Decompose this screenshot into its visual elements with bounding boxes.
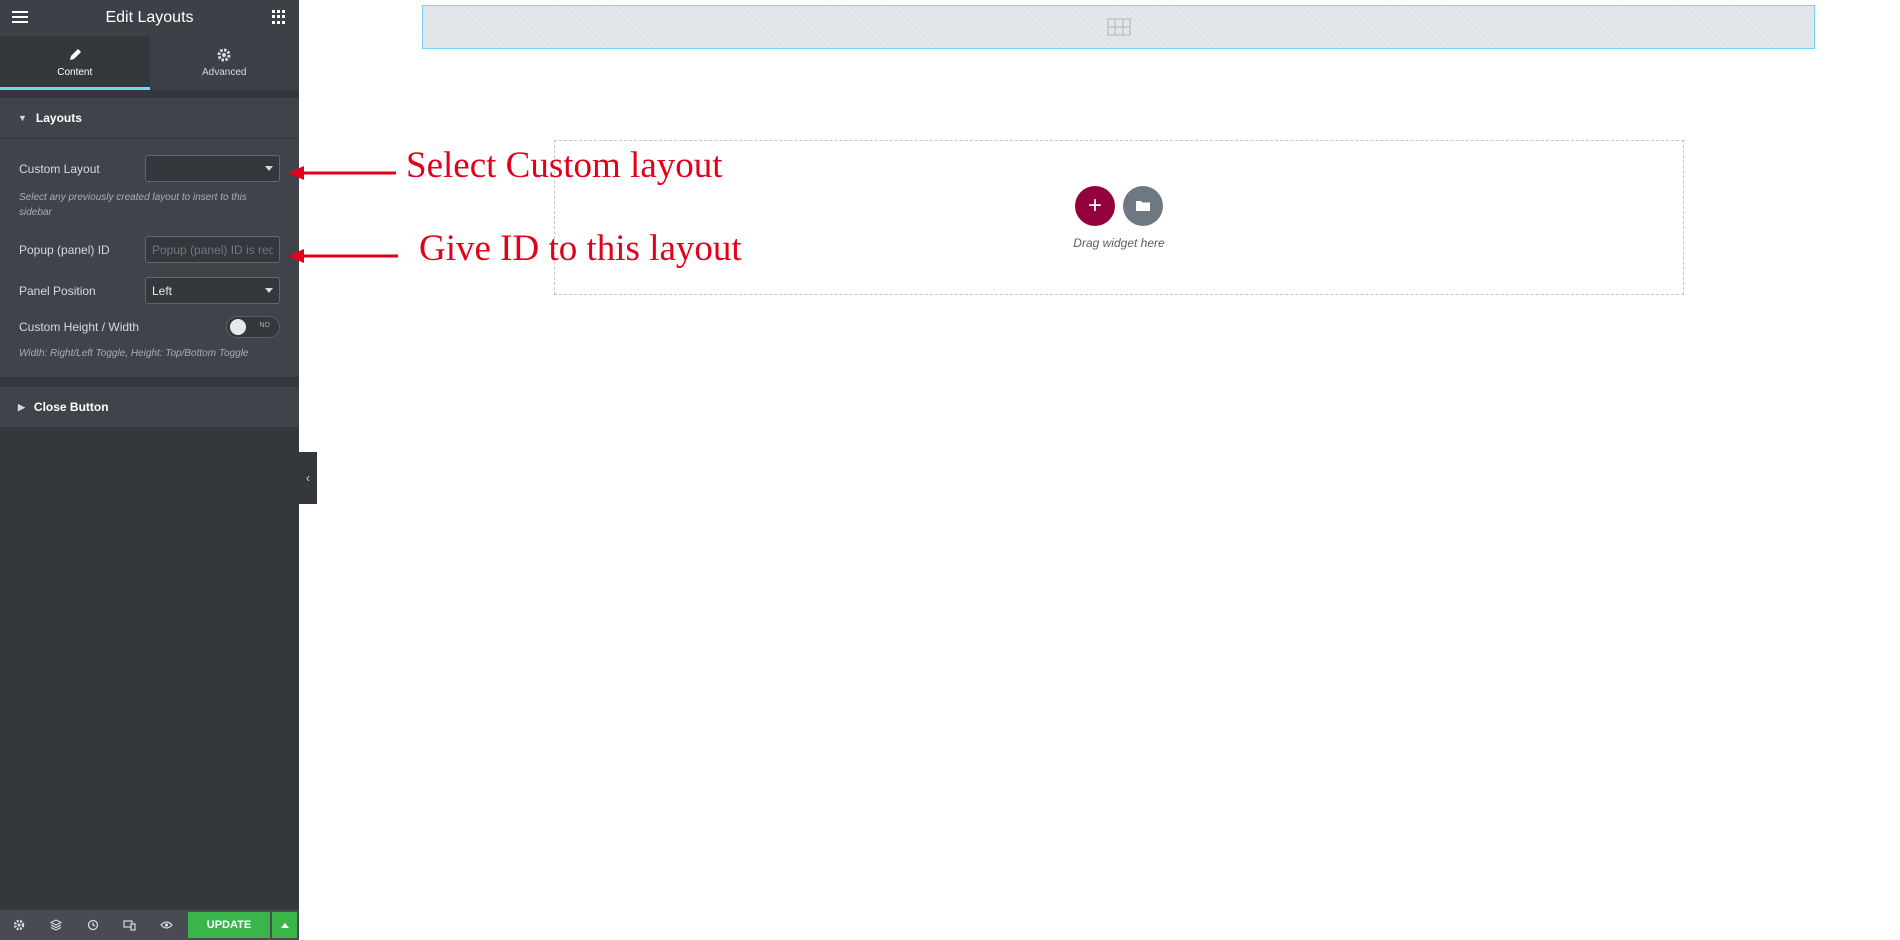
chevron-down-icon bbox=[265, 166, 273, 171]
panel-title: Edit Layouts bbox=[105, 9, 194, 26]
custom-layout-label: Custom Layout bbox=[19, 161, 100, 176]
custom-size-description: Width: Right/Left Toggle, Height: Top/Bo… bbox=[19, 348, 249, 359]
folder-icon bbox=[1136, 201, 1150, 211]
arrow-to-custom-layout bbox=[288, 166, 396, 180]
custom-size-control: Custom Height / Width NO bbox=[19, 316, 280, 338]
add-template-button[interactable] bbox=[1123, 185, 1163, 226]
section-close-button-label: Close Button bbox=[33, 400, 109, 414]
popup-id-control: Popup (panel) ID bbox=[19, 236, 280, 263]
drop-zone-buttons: + bbox=[1075, 185, 1163, 226]
panel-footer: UPDATE bbox=[0, 910, 299, 940]
settings-icon[interactable] bbox=[0, 910, 37, 940]
tab-content-label: Content bbox=[57, 67, 93, 78]
navigator-icon[interactable] bbox=[37, 910, 74, 940]
editor-panel: Edit Layouts Content Advanced ▼ Layouts … bbox=[0, 0, 299, 940]
tab-advanced[interactable]: Advanced bbox=[150, 36, 300, 90]
panel-tabs: Content Advanced bbox=[0, 36, 299, 90]
update-options-button[interactable] bbox=[272, 912, 297, 938]
add-section-button[interactable]: + bbox=[1075, 185, 1115, 226]
chevron-left-icon: ‹ bbox=[306, 471, 310, 485]
header-section-placeholder[interactable] bbox=[422, 5, 1815, 49]
toggle-knob bbox=[230, 319, 246, 335]
arrow-to-popup-id bbox=[288, 249, 398, 263]
custom-layout-description: Select any previously created layout to … bbox=[19, 192, 247, 218]
custom-size-toggle[interactable]: NO bbox=[226, 316, 280, 338]
custom-size-label: Custom Height / Width bbox=[19, 320, 140, 334]
update-button[interactable]: UPDATE bbox=[188, 912, 270, 938]
tab-content[interactable]: Content bbox=[0, 36, 150, 90]
annotation-select-custom-layout: Select Custom layout bbox=[406, 145, 723, 186]
hamburger-menu-icon[interactable] bbox=[12, 9, 28, 25]
panel-header: Edit Layouts bbox=[0, 0, 299, 36]
annotation-give-id: Give ID to this layout bbox=[419, 228, 742, 269]
panel-position-label: Panel Position bbox=[19, 283, 96, 298]
panel-position-select[interactable]: Left bbox=[145, 277, 280, 304]
section-close-button-header[interactable]: ▶ Close Button bbox=[0, 387, 299, 427]
custom-layout-select[interactable] bbox=[145, 155, 280, 182]
tab-advanced-label: Advanced bbox=[202, 67, 247, 78]
section-layouts-header[interactable]: ▼ Layouts bbox=[0, 98, 299, 138]
section-layouts-body: Custom Layout Select any previously crea… bbox=[0, 138, 299, 377]
caret-right-icon: ▶ bbox=[18, 401, 25, 412]
drag-widget-hint: Drag widget here bbox=[1073, 235, 1165, 250]
popup-id-label: Popup (panel) ID bbox=[19, 242, 110, 257]
preview-icon[interactable] bbox=[148, 910, 185, 940]
pencil-icon bbox=[69, 49, 81, 60]
chevron-down-icon bbox=[265, 288, 273, 293]
caret-up-icon bbox=[280, 922, 289, 928]
collapse-panel-button[interactable]: ‹ bbox=[299, 452, 317, 504]
toggle-state-label: NO bbox=[259, 322, 271, 329]
widgets-grid-icon[interactable] bbox=[272, 10, 286, 24]
history-icon[interactable] bbox=[74, 910, 111, 940]
section-handle-icon bbox=[1106, 18, 1131, 36]
gear-icon bbox=[217, 48, 231, 62]
plus-icon: + bbox=[1087, 191, 1102, 219]
section-layouts-label: Layouts bbox=[35, 111, 82, 125]
custom-layout-control: Custom Layout bbox=[19, 155, 280, 182]
responsive-icon[interactable] bbox=[111, 910, 148, 940]
panel-position-value: Left bbox=[152, 283, 173, 298]
popup-id-input[interactable] bbox=[145, 236, 280, 263]
caret-down-icon: ▼ bbox=[18, 113, 27, 123]
panel-position-control: Panel Position Left bbox=[19, 277, 280, 304]
empty-section-drop-zone[interactable]: + Drag widget here bbox=[554, 140, 1684, 295]
